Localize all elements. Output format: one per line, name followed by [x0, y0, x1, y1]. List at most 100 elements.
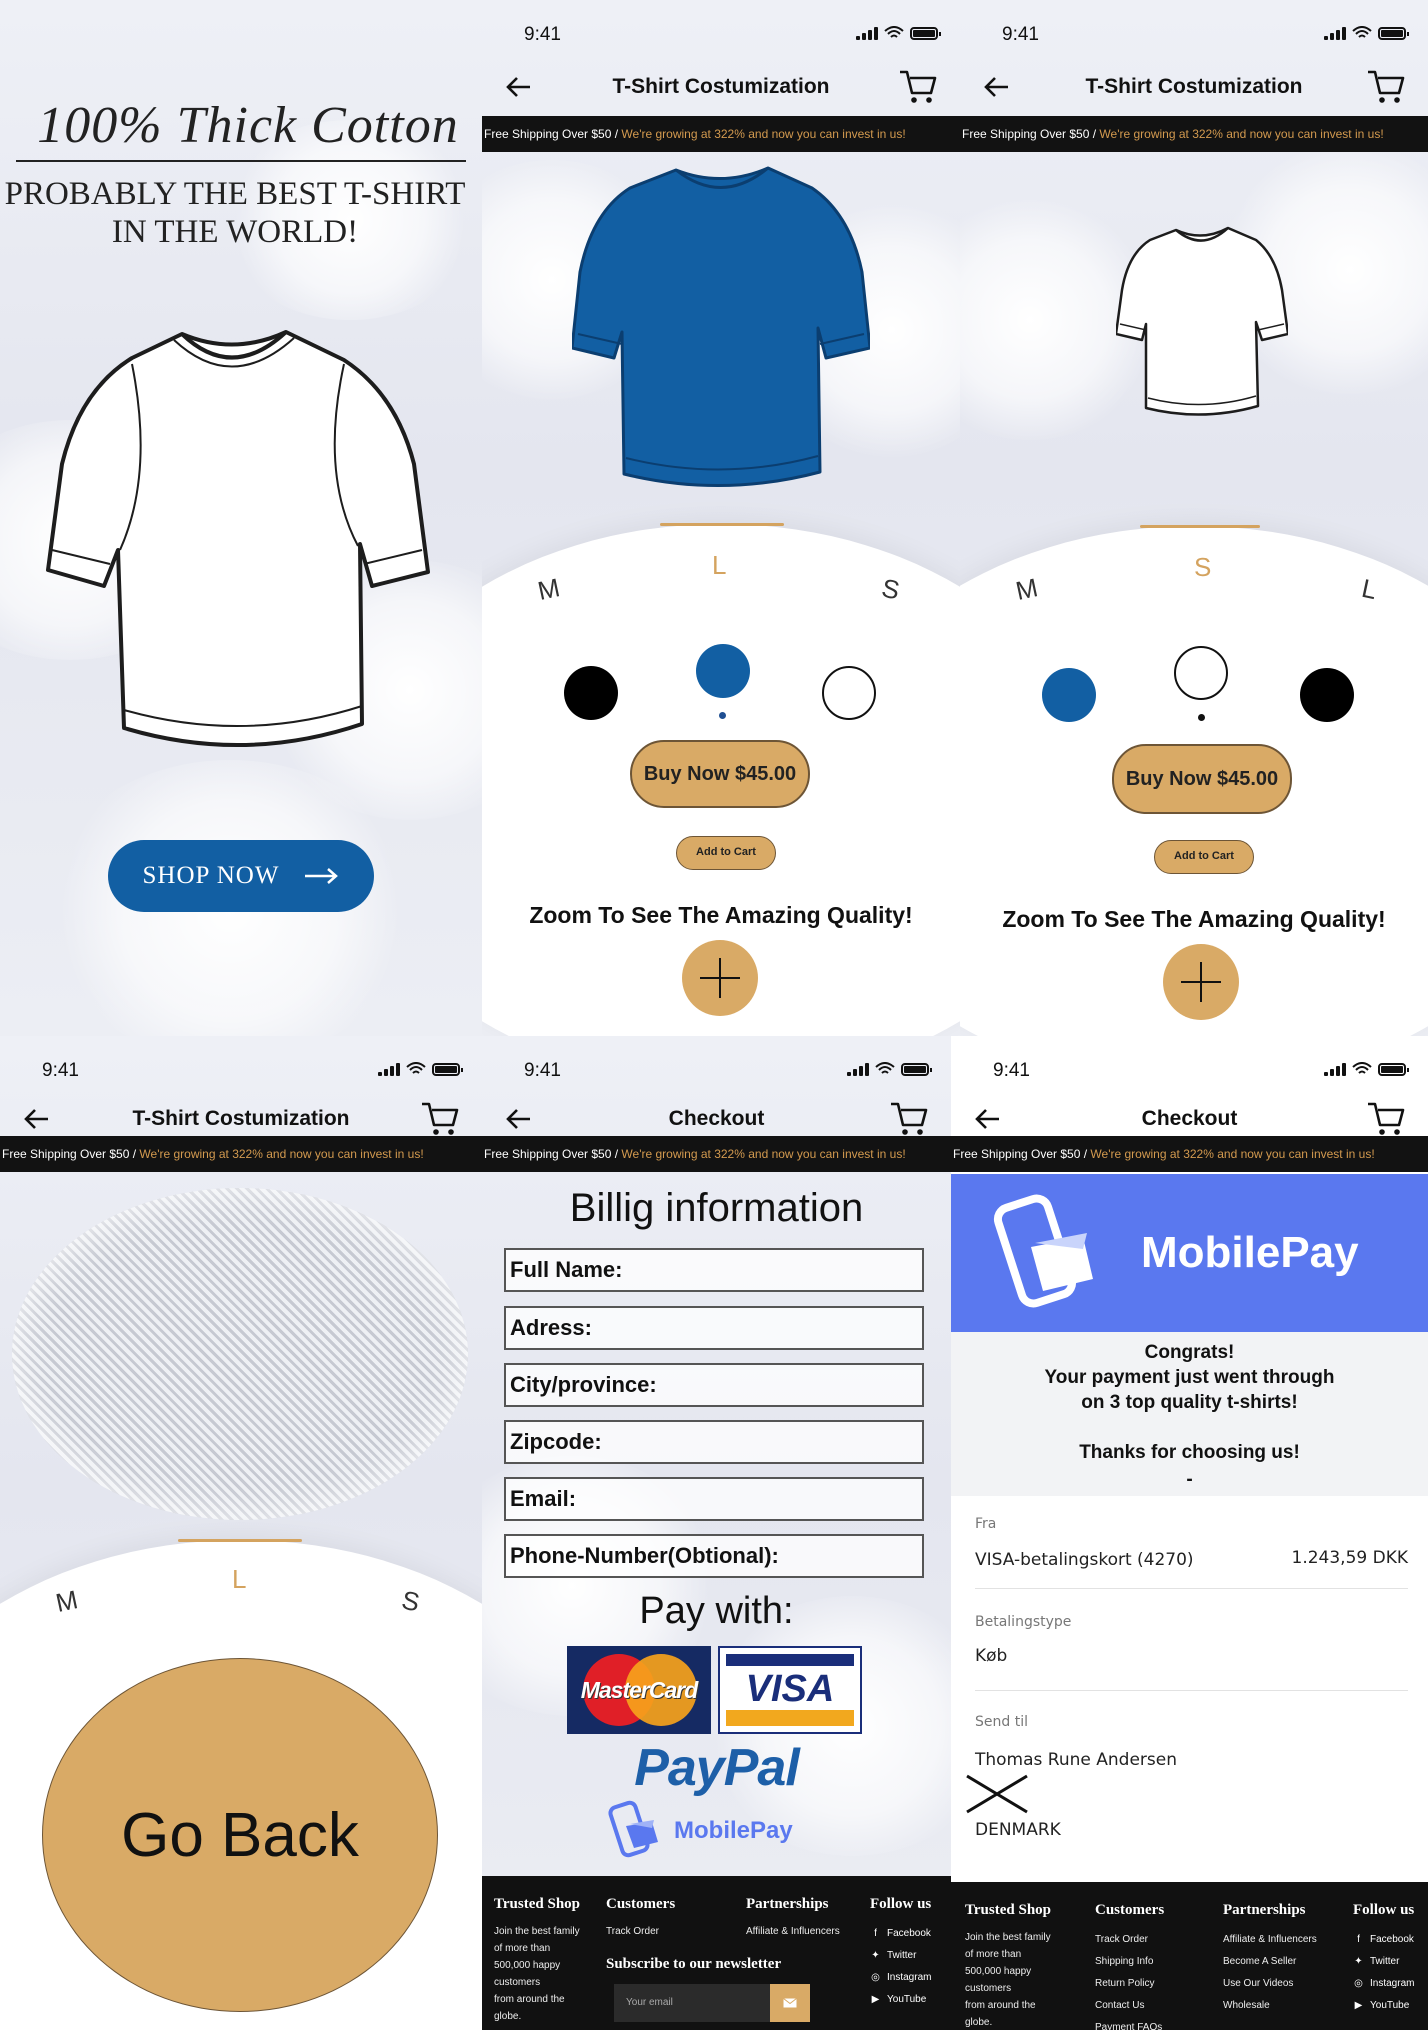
footer-instagram-link[interactable]: ◎ Instagram — [1353, 1973, 1414, 1995]
customize-blue-screen: 9:41 T-Shirt Costumization Free Shipping… — [482, 0, 960, 1036]
footer-trusted-line: 500,000 happy — [494, 1960, 561, 1971]
instagram-icon: ◎ — [1354, 1978, 1363, 1989]
payment-confirmation-screen: 9:41 Checkout Free Shipping Over $50 / W… — [951, 1036, 1428, 2030]
footer-instagram-link[interactable]: ◎ Instagram — [870, 1967, 931, 1989]
ticker-invest: We're growing at 322% and now you can in… — [621, 1147, 906, 1161]
facebook-label: Facebook — [887, 1928, 931, 1939]
color-swatch-blue[interactable] — [1042, 668, 1096, 722]
wifi-icon — [1352, 26, 1372, 38]
footer-twitter-link[interactable]: ✦ Twitter — [1353, 1951, 1414, 1973]
color-swatch-white[interactable] — [822, 666, 876, 720]
city-field[interactable]: City/province: — [504, 1363, 924, 1407]
footer-link[interactable]: Track Order — [1095, 1929, 1164, 1951]
go-back-button[interactable]: Go Back — [42, 1658, 438, 2012]
footer-customers-title: Customers — [606, 1896, 676, 1912]
buy-now-button[interactable]: Buy Now $45.00 — [1112, 744, 1292, 814]
footer-customers: Customers Track Order Shipping Info Retu… — [1095, 1902, 1164, 2030]
shop-now-button[interactable]: SHOP NOW — [108, 840, 374, 912]
battery-icon — [1378, 27, 1409, 40]
footer-link[interactable]: Use Our Videos — [1223, 1973, 1317, 1995]
full-name-field[interactable]: Full Name: — [504, 1248, 924, 1292]
size-option-l[interactable]: L — [232, 1564, 246, 1595]
footer-link[interactable]: Contact Us — [1095, 1995, 1164, 2017]
phone-field[interactable]: Phone-Number(Obtional): — [504, 1534, 924, 1578]
footer-link-affiliate[interactable]: Affiliate & Influencers — [746, 1923, 840, 1940]
go-back-label: Go Back — [121, 1800, 359, 1870]
amount-value: 1.243,59 DKK — [1291, 1548, 1409, 1568]
footer-trusted-line: customers — [494, 1977, 541, 1988]
top-nav: T-Shirt Costumization — [482, 58, 960, 116]
instagram-icon: ◎ — [871, 1972, 880, 1983]
size-option-l[interactable]: L — [712, 550, 726, 581]
email-field[interactable]: Email: — [504, 1477, 924, 1521]
pay-with-heading: Pay with: — [639, 1590, 794, 1632]
billing-heading: Billig information — [569, 1186, 864, 1230]
footer-partner-title: Partnerships — [1223, 1902, 1306, 1918]
footer-trusted: Trusted Shop Join the best family of mor… — [494, 1896, 580, 2025]
confirmation-message: Congrats! Your payment just went through… — [951, 1332, 1428, 1496]
page-title: Checkout — [668, 1107, 765, 1130]
footer-link[interactable]: Become A Seller — [1223, 1951, 1317, 1973]
footer-trusted-line: from around the — [494, 1994, 565, 2005]
color-swatch-white[interactable] — [1174, 646, 1228, 700]
mobilepay-button[interactable]: MobilePay — [608, 1798, 828, 1864]
footer-follow-title: Follow us — [1353, 1902, 1415, 1918]
address-field[interactable]: Adress: — [504, 1306, 924, 1350]
footer-facebook-link[interactable]: f Facebook — [870, 1923, 931, 1945]
footer-link[interactable]: Wholesale — [1223, 1995, 1317, 2017]
footer-link[interactable]: Affiliate & Influencers — [1223, 1929, 1317, 1951]
footer-link-track-order[interactable]: Track Order — [606, 1923, 675, 1940]
zoom-caption: Zoom To See The Amazing Quality! — [529, 902, 913, 928]
country-value: DENMARK — [975, 1820, 1061, 1840]
twitter-label: Twitter — [887, 1950, 917, 1961]
newsletter-title: Subscribe to our newsletter — [606, 1956, 782, 1972]
newsletter-submit-button[interactable] — [770, 1984, 810, 2022]
cart-icon[interactable] — [889, 1098, 929, 1138]
facebook-icon: f — [874, 1928, 877, 1939]
visa-label: VISA — [745, 1668, 835, 1710]
footer-link[interactable]: Return Policy — [1095, 1973, 1164, 1995]
color-swatch-blue[interactable] — [696, 644, 750, 698]
footer-facebook-link[interactable]: f Facebook — [1353, 1929, 1414, 1951]
battery-icon — [901, 1063, 932, 1076]
footer-youtube-link[interactable]: ▶ YouTube — [870, 1989, 931, 2011]
shop-now-label: SHOP NOW — [142, 862, 280, 889]
footer-youtube-link[interactable]: ▶ YouTube — [1353, 1995, 1414, 2017]
ticker-shipping: Free Shipping Over $50 / — [484, 127, 622, 141]
mastercard-button[interactable]: MasterCard — [567, 1646, 711, 1734]
size-option-s[interactable]: S — [1194, 552, 1211, 583]
cart-icon[interactable] — [1366, 1098, 1406, 1138]
zipcode-field[interactable]: Zipcode: — [504, 1420, 924, 1464]
zoom-plus-button[interactable] — [682, 940, 758, 1016]
footer-trusted: Trusted Shop Join the best family of mor… — [965, 1902, 1051, 2030]
footer-link[interactable]: Shipping Info — [1095, 1951, 1164, 1973]
cart-icon[interactable] — [420, 1098, 460, 1138]
battery-icon — [432, 1063, 463, 1076]
selected-color-dot — [719, 712, 726, 719]
payment-text: on 3 top quality t-shirts! — [1081, 1392, 1298, 1413]
add-to-cart-button[interactable]: Add to Cart — [1154, 840, 1254, 874]
ticker-invest: We're growing at 322% and now you can in… — [139, 1147, 424, 1161]
footer-follow: Follow us f Facebook ✦ Twitter ◎ Instagram … — [870, 1896, 931, 2011]
signal-icon — [378, 1063, 400, 1076]
footer-trusted-line: Join the best family — [965, 1932, 1051, 1943]
newsletter-email-input[interactable]: Your email — [614, 1984, 770, 2022]
add-to-cart-button[interactable]: Add to Cart — [676, 836, 776, 870]
color-swatch-black[interactable] — [1300, 668, 1354, 722]
payment-type-label: Betalingstype — [975, 1614, 1072, 1630]
buy-now-button[interactable]: Buy Now $45.00 — [630, 740, 810, 808]
fabric-closeup-image — [12, 1188, 468, 1520]
card-label: VISA-betalingskort (4270) — [975, 1550, 1194, 1570]
paypal-button[interactable]: PayPal — [482, 1738, 951, 1798]
visa-button[interactable]: VISA — [718, 1646, 862, 1734]
cart-icon[interactable] — [898, 66, 938, 106]
footer-trusted-title: Trusted Shop — [965, 1902, 1052, 1918]
footer-trusted-line: of more than — [494, 1943, 551, 1954]
footer-twitter-link[interactable]: ✦ Twitter — [870, 1945, 931, 1967]
facebook-label: Facebook — [1370, 1934, 1414, 1945]
cart-icon[interactable] — [1366, 66, 1406, 106]
footer-link[interactable]: Payment FAQs — [1095, 2017, 1164, 2030]
footer-trusted-line: globe. — [965, 2017, 993, 2028]
zoom-plus-button[interactable] — [1163, 944, 1239, 1020]
color-swatch-black[interactable] — [564, 666, 618, 720]
